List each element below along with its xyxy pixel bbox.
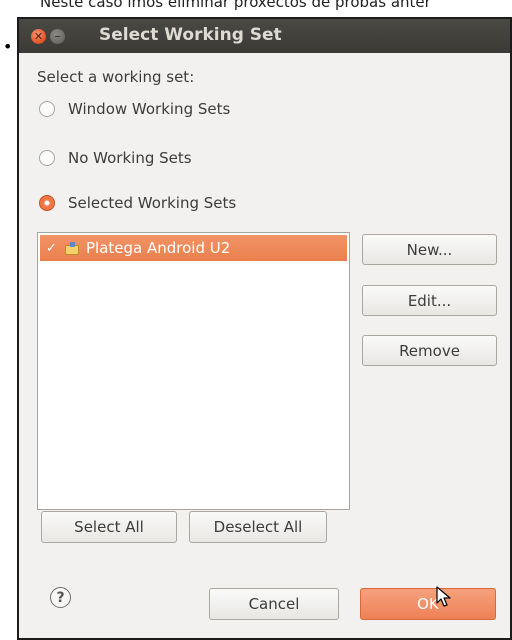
- radio-button[interactable]: [39, 101, 55, 117]
- list-item[interactable]: ✓ Platega Android U2: [40, 235, 347, 261]
- select-all-button[interactable]: Select All: [41, 511, 177, 543]
- close-window-icon[interactable]: ✕: [31, 29, 46, 44]
- project-folder-icon: [65, 242, 79, 255]
- dialog-title: Select Working Set: [99, 25, 282, 45]
- section-label: Select a working set:: [37, 68, 195, 86]
- radio-window-working-sets[interactable]: Window Working Sets: [39, 100, 230, 118]
- radio-label: No Working Sets: [68, 149, 192, 167]
- radio-button[interactable]: [39, 150, 55, 166]
- radio-button-checked[interactable]: [39, 195, 55, 211]
- help-icon[interactable]: ?: [50, 587, 71, 608]
- working-sets-list[interactable]: ✓ Platega Android U2: [37, 232, 350, 510]
- radio-selected-working-sets[interactable]: Selected Working Sets: [39, 194, 236, 212]
- background-caption: Neste caso imos eliminar proxectos de pr…: [40, 0, 431, 11]
- ok-button[interactable]: OK: [360, 588, 496, 620]
- radio-no-working-sets[interactable]: No Working Sets: [39, 149, 192, 167]
- list-item-label: Platega Android U2: [86, 239, 231, 257]
- title-bar: ✕ – Select Working Set: [19, 19, 510, 53]
- new-button[interactable]: New...: [362, 234, 497, 265]
- checkmark-icon[interactable]: ✓: [46, 241, 60, 256]
- mouse-pointer-icon: [436, 586, 451, 607]
- radio-label: Selected Working Sets: [68, 194, 237, 212]
- edit-button[interactable]: Edit...: [362, 285, 497, 316]
- remove-button[interactable]: Remove: [362, 335, 497, 366]
- radio-label: Window Working Sets: [68, 100, 231, 118]
- cancel-button[interactable]: Cancel: [209, 588, 339, 620]
- minimize-window-icon[interactable]: –: [50, 29, 65, 44]
- select-working-set-dialog: ✕ – Select Working Set Select a working …: [17, 17, 512, 640]
- list-bullet: •: [3, 37, 13, 56]
- deselect-all-button[interactable]: Deselect All: [189, 511, 327, 543]
